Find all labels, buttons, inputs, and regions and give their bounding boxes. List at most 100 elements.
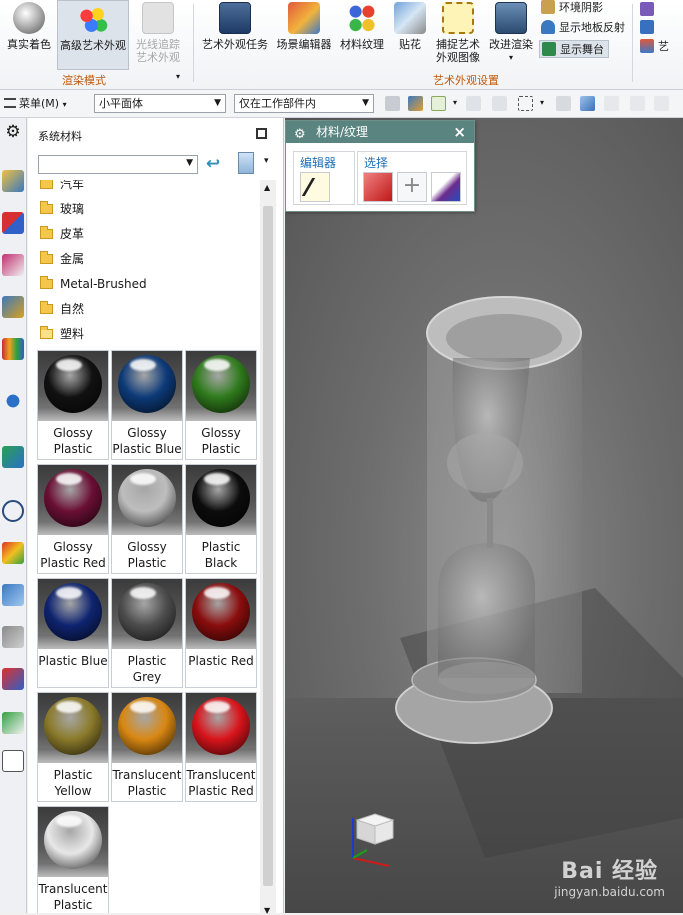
scene-editor-button[interactable]: 场景编辑器 [273,2,335,66]
manufacturing-wizard-icon[interactable] [2,626,24,648]
roles-icon[interactable] [2,712,24,734]
view-triad[interactable] [345,808,405,878]
system-materials-icon[interactable] [2,668,24,690]
material-tile[interactable]: Plastic Yellow [37,692,109,802]
decal-button[interactable]: 贴花 [390,2,430,66]
face-rule-icon[interactable] [492,96,507,111]
material-tile[interactable]: Translucent Plastic Red [185,692,257,802]
add-material-button[interactable]: + [397,172,427,202]
folder-item[interactable]: 金属 [40,250,84,268]
back-arrow-icon[interactable]: ↩ [206,154,220,174]
ribbon-icon-small-1[interactable] [640,2,654,16]
select-faces-icon[interactable] [385,96,400,111]
folder-item[interactable]: Metal-Brushed [40,275,147,293]
ambient-shadow-toggle[interactable]: 环境阴影 [541,0,603,17]
constraint-navigator-icon[interactable] [2,212,24,234]
books-icon[interactable] [2,338,24,360]
material-tile[interactable]: Plastic Blue [37,578,109,688]
raytrace-studio-label: 光线追踪艺术外观 [136,38,180,64]
cube-outline-icon[interactable] [556,96,571,111]
folder-item[interactable]: 汽车 [40,180,84,193]
folder-item[interactable]: 玻璃 [40,200,84,218]
scroll-up-icon[interactable]: ▲ [264,183,270,192]
floor-reflection-toggle[interactable]: 显示地板反射 [541,19,625,37]
capture-image-button[interactable]: 捕捉艺术外观图像 [432,2,484,66]
show-stage-toggle[interactable]: 显示舞台 [539,40,609,58]
point-filter-icon[interactable] [431,96,446,111]
gear-icon[interactable]: ⚙ [294,124,306,146]
system-scene-icon[interactable] [2,750,24,772]
remove-material-button[interactable] [431,172,461,202]
folder-item[interactable]: 自然 [40,300,84,318]
material-tile[interactable]: Glossy Plastic Blue [111,350,183,460]
material-name: Plastic Red [188,654,254,668]
vertical-scrollbar[interactable]: ▲ ▼ [260,180,276,915]
folder-icon [40,276,53,289]
material-tile[interactable]: Plastic Red [185,578,257,688]
inherit-material-button[interactable] [363,172,393,202]
view-mode-icon[interactable] [238,152,254,174]
folder-label: 塑料 [60,327,85,341]
scroll-down-icon[interactable]: ▼ [264,906,270,915]
reuse-library-icon[interactable] [2,296,24,318]
type-filter-value: 小平面体 [99,97,143,110]
sphere-highlight [56,701,82,713]
material-tile[interactable]: Glossy Plastic [111,464,183,574]
library-combo[interactable]: ▼ [38,155,198,174]
material-tile[interactable]: Glossy Plastic [185,350,257,460]
studio-task-button[interactable]: 艺术外观任务 [200,2,270,66]
chevron-down-icon[interactable]: ▾ [540,98,544,107]
rectangle-select-icon[interactable] [518,96,533,111]
folder-item[interactable]: 皮革 [40,225,84,243]
material-tile[interactable]: Glossy Plastic [37,350,109,460]
main-menu-button[interactable]: 菜单(M) ▾ [4,95,67,113]
web-browser-icon[interactable] [2,446,24,468]
watermark: Bai 经验 jingyan.baidu.com [554,853,665,899]
graphics-window[interactable]: ⚙ 材料/纹理 × 编辑器 选择 + Bai 经验 jingyan.baidu.… [285,118,683,913]
sphere-highlight [130,359,156,371]
assembly-navigator-icon[interactable] [2,170,24,192]
part-navigator-icon[interactable] [2,254,24,276]
curve-rule-icon[interactable] [466,96,481,111]
folder-icon [40,251,53,264]
material-tile[interactable]: Plastic Black [185,464,257,574]
scope-select[interactable]: 仅在工作部件内 ▼ [234,94,374,113]
dialog-titlebar[interactable]: ⚙ 材料/纹理 × [286,121,474,143]
material-tile[interactable]: Plastic Grey [111,578,183,688]
snap-point-icon[interactable] [408,96,423,111]
type-filter-select[interactable]: 小平面体 ▼ [94,94,226,113]
group-expand-icon[interactable]: ▾ [176,72,180,81]
palette-icon[interactable] [2,542,24,564]
advanced-studio-button[interactable]: 高级艺术外观 [57,0,129,70]
info-icon[interactable] [2,390,24,412]
material-texture-button[interactable]: 材料纹理 [337,2,387,66]
material-editor-button[interactable] [300,172,330,202]
line-icon[interactable] [630,96,645,111]
material-preview [186,693,256,763]
chevron-down-icon[interactable]: ▾ [453,98,457,107]
eyedropper-icon [301,178,329,196]
improve-render-button[interactable]: 改进渲染 ▾ [486,2,536,66]
maximize-icon[interactable] [256,128,267,139]
improve-render-label: 改进渲染 [489,38,533,51]
history-clock-icon[interactable] [2,500,24,522]
process-studio-icon[interactable] [2,584,24,606]
dropdown-arrow-icon[interactable]: ▾ [486,51,536,64]
chevron-down-icon: ▾ [62,100,67,109]
chevron-down-icon: ▼ [362,98,369,108]
art-appearance-button[interactable]: 艺 [640,38,669,56]
material-tile[interactable]: Translucent Plastic [37,806,109,913]
true-shading-button[interactable]: 真实着色 [3,2,55,66]
material-tile[interactable]: Glossy Plastic Red [37,464,109,574]
ribbon-icon-small-2[interactable] [640,20,654,34]
gear-icon[interactable]: ⚙ [2,122,24,144]
points-icon[interactable] [604,96,619,111]
folder-item-open[interactable]: 塑料 [40,325,84,343]
close-icon[interactable]: × [453,121,466,143]
material-tile[interactable]: Translucent Plastic [111,692,183,802]
cube-shaded-icon[interactable] [580,96,595,111]
plus-icon: + [402,173,422,198]
scroll-thumb[interactable] [263,206,273,886]
line-icon[interactable] [654,96,669,111]
chevron-down-icon[interactable]: ▾ [264,156,269,166]
